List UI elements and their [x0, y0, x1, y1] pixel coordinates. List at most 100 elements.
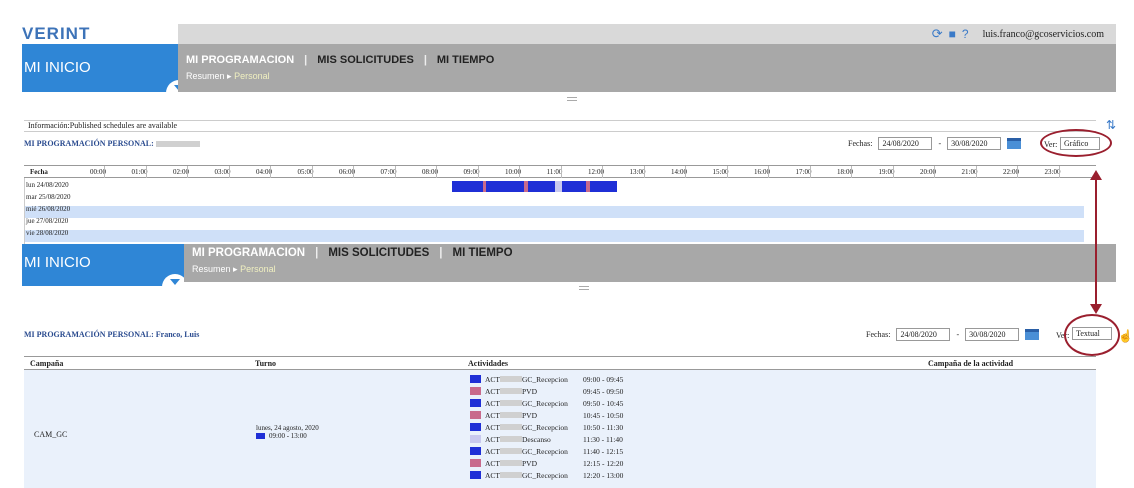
calendar-icon[interactable] — [1025, 329, 1040, 340]
calendar-icon[interactable] — [1007, 138, 1022, 149]
activity-prefix: ACT — [485, 374, 500, 384]
turno-date: lunes, 24 agosto, 2020 — [256, 424, 319, 432]
activity-color-swatch — [470, 399, 481, 407]
date-to-input[interactable]: 30/08/2020 — [947, 137, 1002, 150]
subnav-resumen[interactable]: Resumen — [186, 71, 225, 81]
tab-mi-tiempo[interactable]: MI TIEMPO — [452, 247, 512, 259]
activity-time: 10:50 - 11:30 — [583, 422, 624, 432]
fechas-label: Fechas: — [848, 139, 873, 148]
activity-color-swatch — [470, 423, 481, 431]
activity-row: ACT GC_Recepcion 09:00 - 09:45 — [470, 374, 643, 384]
hour-label: 23:00 — [1044, 168, 1061, 176]
schedule-bar[interactable] — [486, 181, 525, 192]
schedule-bar[interactable] — [527, 181, 556, 192]
turno-time: 09:00 - 13:00 — [256, 432, 307, 440]
day-label: mié 26/08/2020 — [26, 205, 71, 213]
bottom-panel-title: MI PROGRAMACIÓN PERSONAL: Franco, Luis — [24, 330, 200, 339]
hour-label: 19:00 — [878, 168, 895, 176]
activity-time: 09:50 - 10:45 — [583, 398, 624, 408]
resize-handle[interactable] — [567, 97, 577, 101]
verint-logo: VERINT — [22, 24, 178, 44]
hour-label: 15:00 — [712, 168, 729, 176]
nav-bar: MI PROGRAMACION | MIS SOLICITUDES | MI T… — [178, 44, 1116, 92]
schedule-bar[interactable] — [451, 181, 483, 192]
mi-inicio-tab[interactable]: MI INICIO — [22, 44, 192, 96]
activity-prefix: ACT — [485, 470, 500, 480]
activity-color-swatch — [470, 471, 481, 479]
hour-label: 04:00 — [256, 168, 272, 176]
date-to-input[interactable]: 30/08/2020 — [965, 328, 1020, 341]
day-label: lun 24/08/2020 — [26, 181, 69, 189]
activity-row: ACT Descanso 11:30 - 11:40 — [470, 434, 643, 444]
resize-handle[interactable] — [579, 286, 589, 290]
day-label: mar 25/08/2020 — [26, 193, 71, 201]
schedule-bar[interactable] — [589, 181, 618, 192]
tab-mi-programacion[interactable]: MI PROGRAMACION — [186, 54, 294, 66]
tab-mi-tiempo[interactable]: MI TIEMPO — [437, 54, 494, 66]
hour-label: 10:00 — [505, 168, 521, 176]
hour-label: 12:00 — [588, 168, 604, 176]
activity-row: ACT PVD 09:45 - 09:50 — [470, 386, 643, 396]
activity-prefix: ACT — [485, 410, 500, 420]
tab-mis-solicitudes[interactable]: MIS SOLICITUDES — [317, 54, 414, 66]
activity-time: 09:45 - 09:50 — [583, 386, 624, 396]
tab-mi-programacion[interactable]: MI PROGRAMACION — [192, 247, 305, 259]
hour-label: 11:00 — [546, 168, 563, 176]
activity-color-swatch — [470, 411, 481, 419]
activity-time: 10:45 - 10:50 — [583, 410, 624, 420]
fecha-label: Fecha — [30, 168, 48, 176]
activity-row: ACT PVD 12:15 - 12:20 — [470, 458, 643, 468]
activity-color-swatch — [470, 435, 481, 443]
top-panel-title: MI PROGRAMACIÓN PERSONAL: — [24, 139, 200, 148]
activity-row: ACT GC_Recepcion 09:50 - 10:45 — [470, 398, 643, 408]
refresh-icon[interactable]: ⟳ — [932, 26, 943, 42]
hour-label: 09:00 — [463, 168, 480, 176]
help-icon[interactable]: ? — [962, 27, 969, 41]
subnav-personal[interactable]: Personal — [234, 71, 270, 81]
print-icon[interactable]: ■ — [949, 27, 956, 42]
col-campana-actividad: Campaña de la actividad — [928, 359, 1014, 368]
activity-prefix: ACT — [485, 422, 500, 432]
hour-label: 08:00 — [422, 168, 438, 176]
activity-prefix: ACT — [485, 458, 500, 468]
hour-label: 13:00 — [629, 168, 646, 176]
col-actividades: Actividades — [468, 359, 508, 368]
nav-bar: MI PROGRAMACION | MIS SOLICITUDES | MI T… — [184, 244, 1116, 282]
date-from-input[interactable]: 24/08/2020 — [878, 137, 933, 150]
user-email[interactable]: luis.franco@gcoservicios.com — [983, 29, 1104, 40]
activity-name: GC_Recepcion — [522, 446, 568, 456]
activity-row: ACT GC_Recepcion 11:40 - 12:15 — [470, 446, 643, 456]
activity-name: PVD — [522, 410, 538, 420]
info-bar: Información:Published schedules are avai… — [24, 120, 1096, 132]
hour-label: 00:00 — [90, 168, 106, 176]
activity-prefix: ACT — [485, 386, 500, 396]
subnav-resumen[interactable]: Resumen — [192, 264, 231, 274]
connector-arrow — [1090, 170, 1102, 314]
activity-time: 12:15 - 12:20 — [583, 458, 624, 468]
highlight-oval — [1064, 314, 1120, 356]
hour-label: 03:00 — [214, 168, 231, 176]
activity-name: PVD — [522, 458, 538, 468]
hour-label: 01:00 — [131, 168, 148, 176]
turno-color-swatch — [256, 433, 265, 439]
sort-icon[interactable]: ⇅ — [1106, 118, 1116, 133]
date-from-input[interactable]: 24/08/2020 — [896, 328, 951, 341]
hour-label: 21:00 — [961, 168, 978, 176]
activity-color-swatch — [470, 387, 481, 395]
hour-label: 17:00 — [795, 168, 812, 176]
tab-mis-solicitudes[interactable]: MIS SOLICITUDES — [328, 247, 429, 259]
hour-label: 06:00 — [339, 168, 355, 176]
top-bar: ⟳ ■ ? luis.franco@gcoservicios.com — [178, 24, 1116, 44]
activity-name: GC_Recepcion — [522, 398, 568, 408]
activity-row: ACT GC_Recepcion 12:20 - 13:00 — [470, 470, 643, 480]
activity-time: 11:40 - 12:15 — [583, 446, 624, 456]
subnav-personal[interactable]: Personal — [240, 264, 276, 274]
schedule-bar[interactable] — [562, 181, 587, 192]
activity-name: PVD — [522, 386, 538, 396]
hour-label: 16:00 — [754, 168, 770, 176]
activity-color-swatch — [470, 459, 481, 467]
activity-prefix: ACT — [485, 398, 500, 408]
mi-inicio-tab[interactable]: MI INICIO — [22, 244, 188, 290]
activity-row: ACT PVD 10:45 - 10:50 — [470, 410, 643, 420]
schedule-bar[interactable] — [555, 181, 563, 192]
